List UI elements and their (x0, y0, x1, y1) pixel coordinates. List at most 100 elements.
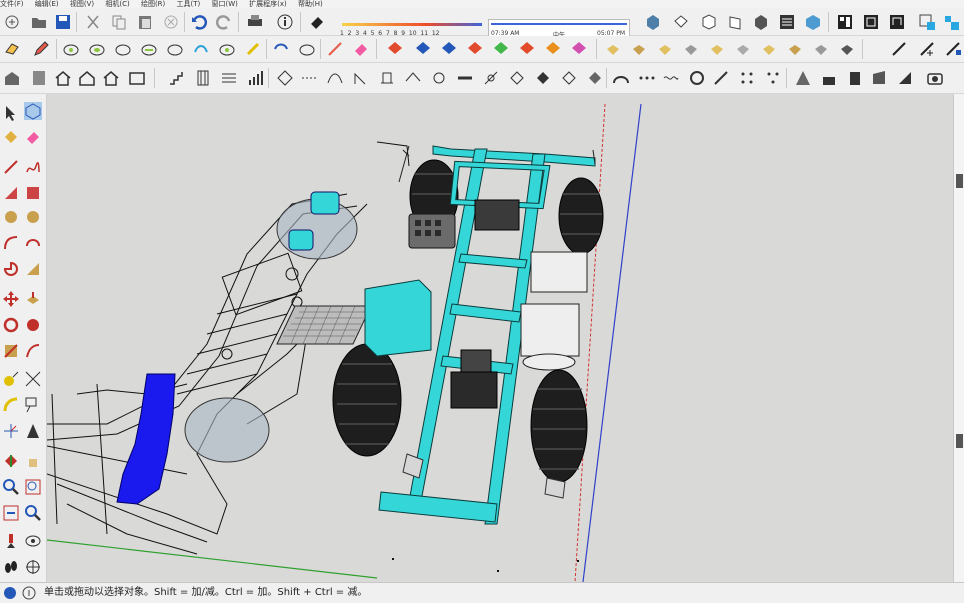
paste-icon[interactable] (136, 13, 154, 31)
tray-handle-top[interactable] (956, 174, 963, 188)
axes-icon[interactable] (570, 40, 588, 58)
rotate-icon[interactable] (440, 40, 458, 58)
walk-icon[interactable] (604, 40, 622, 58)
menu-view[interactable]: 视图(V) (70, 0, 94, 8)
orbit-icon[interactable] (2, 452, 20, 470)
shape-bender-icon[interactable] (508, 69, 526, 87)
position-camera-icon[interactable] (656, 40, 674, 58)
paint-bucket-icon[interactable] (2, 128, 20, 146)
dots-icon[interactable] (638, 69, 656, 87)
sandbox-icon[interactable] (298, 40, 316, 58)
geo-location-icon[interactable] (3, 586, 17, 600)
fillet-icon[interactable] (352, 69, 370, 87)
scale-tool2-icon[interactable] (2, 342, 20, 360)
axes-tool-icon[interactable] (2, 422, 20, 440)
line-tool-icon[interactable] (890, 40, 908, 58)
erase-icon[interactable] (162, 13, 180, 31)
iso-view-icon[interactable] (644, 13, 662, 31)
menu-tools[interactable]: 工具(T) (177, 0, 201, 8)
pie-icon[interactable] (2, 260, 20, 278)
joint-icon[interactable] (430, 69, 448, 87)
slash-icon[interactable] (712, 69, 730, 87)
move-icon[interactable] (414, 40, 432, 58)
new-icon[interactable] (3, 13, 21, 31)
section-cut-icon[interactable] (734, 40, 752, 58)
rebar-icon[interactable] (300, 69, 318, 87)
position-camera-tool-icon[interactable] (2, 532, 20, 550)
curve-icon[interactable] (326, 69, 344, 87)
move-tool-icon[interactable] (2, 290, 20, 308)
copy-icon[interactable] (110, 13, 128, 31)
edit-line-icon[interactable] (944, 40, 962, 58)
front-view-icon[interactable] (700, 13, 718, 31)
section-plane-tool-icon[interactable] (24, 558, 42, 576)
grid-dots-icon[interactable] (738, 69, 756, 87)
freehand-icon[interactable] (24, 158, 42, 176)
tray-handle-bottom[interactable] (956, 434, 963, 448)
solid-tools-icon[interactable] (272, 40, 290, 58)
layout-icon[interactable] (836, 13, 854, 31)
lattice-icon[interactable] (560, 69, 578, 87)
scale-icon[interactable] (466, 40, 484, 58)
grid-dots2-icon[interactable] (764, 69, 782, 87)
circle-icon[interactable] (2, 208, 20, 226)
credit-icon[interactable] (22, 586, 36, 600)
look-around-tool-icon[interactable] (24, 532, 42, 550)
house-icon[interactable] (54, 69, 72, 87)
wedge-icon[interactable] (896, 69, 914, 87)
window-icon[interactable] (128, 69, 146, 87)
shaded-style-icon[interactable] (778, 13, 796, 31)
style-builder-icon[interactable] (862, 13, 880, 31)
warehouse-icon[interactable] (918, 13, 936, 31)
component-icon[interactable] (24, 102, 42, 120)
stairs-icon[interactable] (168, 69, 186, 87)
menu-camera[interactable]: 相机(C) (105, 0, 129, 8)
house2-icon[interactable] (78, 69, 96, 87)
rotate-tool-icon[interactable] (2, 316, 20, 334)
line-icon[interactable] (2, 158, 20, 176)
polygon-icon[interactable] (24, 208, 42, 226)
spring-icon[interactable] (482, 69, 500, 87)
previous-view-icon[interactable] (2, 504, 20, 522)
follow-me-icon[interactable] (62, 40, 80, 58)
push-pull-tool-icon[interactable] (24, 290, 42, 308)
pencil-icon[interactable] (32, 40, 50, 58)
protractor-icon[interactable] (544, 40, 562, 58)
add-line-icon[interactable] (918, 40, 936, 58)
right-view-icon[interactable] (726, 13, 744, 31)
book-icon[interactable] (30, 69, 48, 87)
rectangle-icon[interactable] (2, 184, 20, 202)
open-icon[interactable] (30, 13, 48, 31)
text-icon[interactable] (24, 396, 42, 414)
menu-help[interactable]: 帮助(H) (298, 0, 323, 8)
offset-icon[interactable] (88, 40, 106, 58)
protractor-tool-icon[interactable] (2, 396, 20, 414)
trim-icon[interactable] (192, 40, 210, 58)
follow-me-tool-icon[interactable] (24, 316, 42, 334)
model-info-icon[interactable] (888, 13, 906, 31)
three-point-arc-icon[interactable] (24, 260, 42, 278)
redo-icon[interactable] (215, 13, 233, 31)
undo-icon[interactable] (190, 13, 208, 31)
extrude-icon[interactable] (378, 69, 396, 87)
menu-file[interactable]: 文件(F) (0, 0, 24, 8)
pyramid-icon[interactable] (794, 69, 812, 87)
look-around-icon[interactable] (630, 40, 648, 58)
offset-tool-icon[interactable] (24, 342, 42, 360)
pipe-icon[interactable] (456, 69, 474, 87)
prism-icon[interactable] (870, 69, 888, 87)
menu-edit[interactable]: 编辑(E) (35, 0, 59, 8)
push-pull-icon[interactable] (386, 40, 404, 58)
intersect-icon[interactable] (114, 40, 132, 58)
top-view-icon[interactable] (672, 13, 690, 31)
zoom-icon[interactable] (2, 478, 20, 496)
menu-draw[interactable]: 绘图(R) (141, 0, 165, 8)
walk-tool-icon[interactable] (2, 558, 20, 576)
display-section-icon[interactable] (708, 40, 726, 58)
wave-icon[interactable] (662, 69, 680, 87)
add-detail-icon[interactable] (838, 40, 856, 58)
chart-icon[interactable] (246, 69, 264, 87)
print-icon[interactable] (246, 13, 264, 31)
menu-extensions[interactable]: 扩展程序(x) (249, 0, 287, 8)
bar-icon[interactable] (820, 69, 838, 87)
